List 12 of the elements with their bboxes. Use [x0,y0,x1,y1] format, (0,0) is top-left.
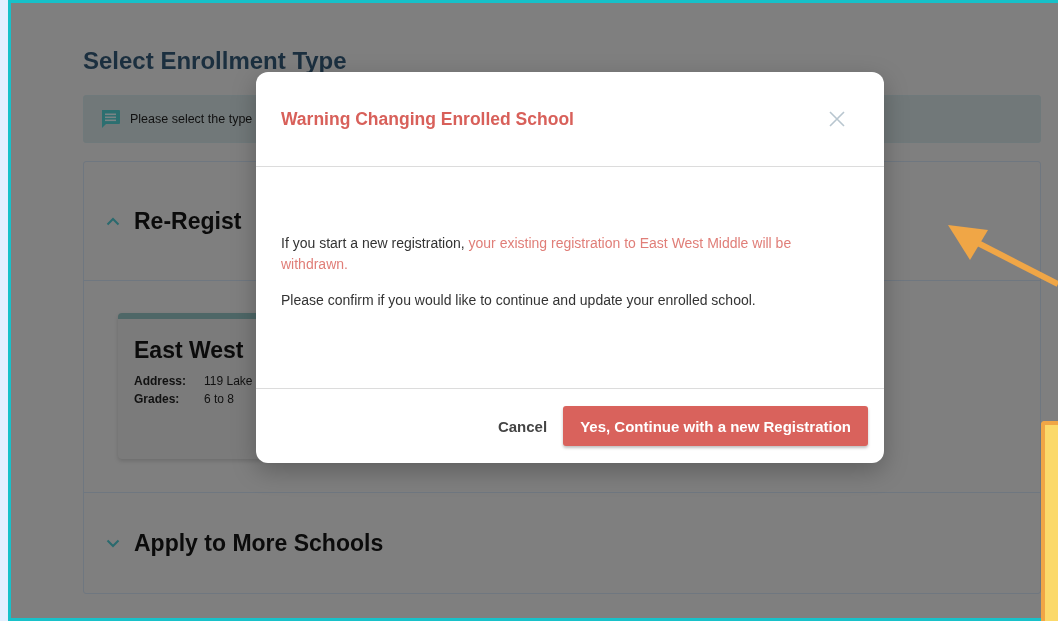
field-value: 6 to 8 [204,392,236,406]
field-value: 119 Lake [204,374,254,388]
section-title: Apply to More Schools [134,529,384,557]
page-title: Select Enrollment Type [83,46,348,76]
field-label: Address: [134,374,187,388]
section-title: Re-Regist [134,207,242,235]
dialog-message: Please confirm if you would like to continue and update your enrolled school. [281,291,757,310]
dialog-message: If you start a new registration, your existing registration to East West Middle will be withdrawn. [281,234,793,274]
field-label: Grades: [134,392,181,406]
notice-text: Please select the type [130,112,253,126]
school-name: East West [134,337,244,364]
dialog-title: Warning Changing Enrolled School [281,108,574,130]
